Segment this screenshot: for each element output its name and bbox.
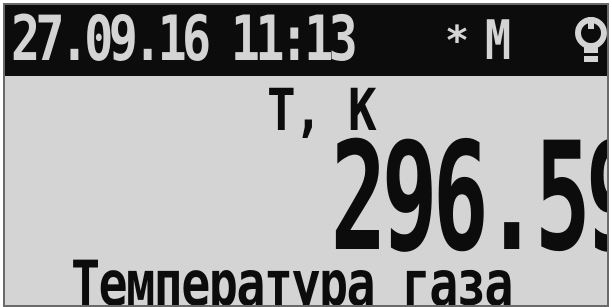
status-bar: 27.09.16 11:13 * M [5,5,607,76]
lightbulb-icon [575,17,607,62]
parameter-name: Температура газа [71,247,513,307]
lcd-panel: 27.09.16 11:13 * M T, K 296.59 Температу… [3,3,609,307]
datetime-display: 27.09.16 11:13 [11,3,358,75]
mode-indicator: M [485,9,512,72]
star-icon: * [445,18,470,64]
display-screen: 27.09.16 11:13 * M T, K 296.59 Температу… [0,0,612,307]
